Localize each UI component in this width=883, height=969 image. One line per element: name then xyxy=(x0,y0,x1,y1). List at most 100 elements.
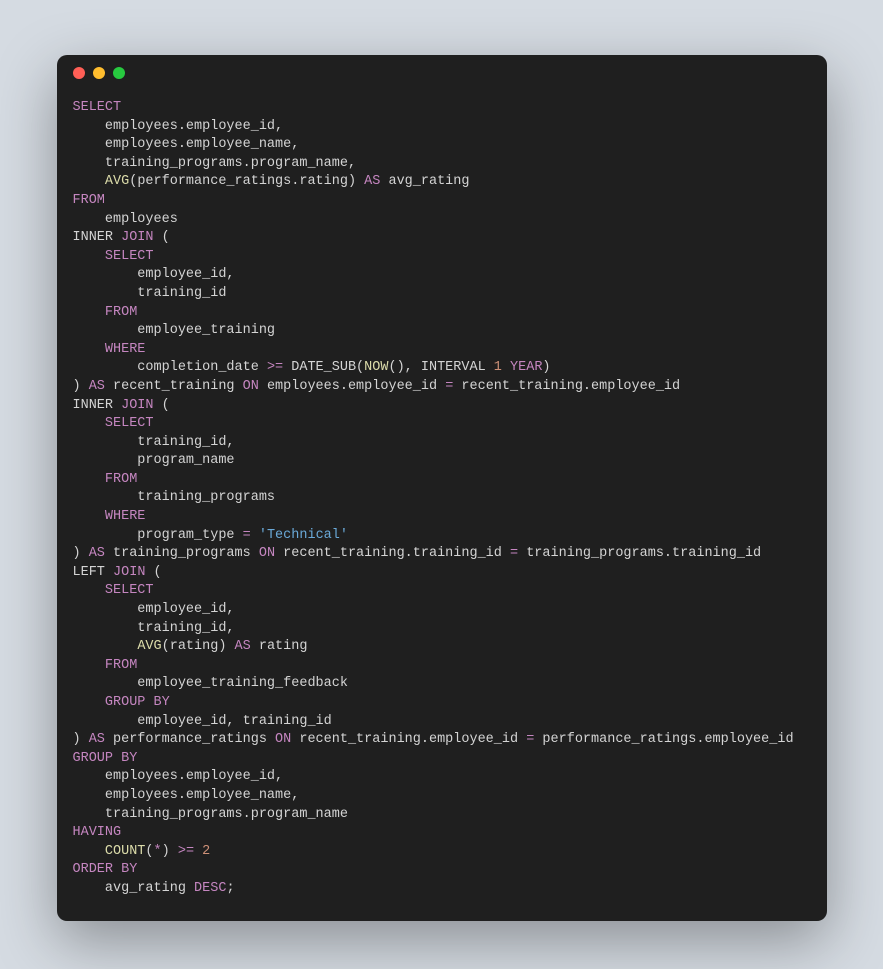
code-token: ORDER BY xyxy=(73,862,138,877)
code-token: AVG xyxy=(105,174,129,189)
code-token xyxy=(73,639,138,654)
code-token: >= xyxy=(267,360,283,375)
code-token: rating xyxy=(251,639,308,654)
code-window: SELECT employees.employee_id, employees.… xyxy=(57,55,827,921)
code-token: program_name xyxy=(73,453,235,468)
close-icon[interactable] xyxy=(73,67,85,79)
code-token: ) xyxy=(162,844,178,859)
code-token: INNER xyxy=(73,398,122,413)
window-titlebar xyxy=(57,55,827,91)
code-token: employees.employee_id, xyxy=(73,769,284,784)
code-token: AS xyxy=(89,732,105,747)
code-token: AS xyxy=(364,174,380,189)
code-token: avg_rating xyxy=(73,881,195,896)
code-token: training_programs.training_id xyxy=(518,546,761,561)
code-token: FROM xyxy=(105,472,137,487)
code-token: >= xyxy=(178,844,194,859)
code-token: employees.employee_id xyxy=(259,379,445,394)
code-token: performance_ratings xyxy=(105,732,275,747)
code-token: (), xyxy=(388,360,420,375)
code-token: ) xyxy=(73,732,89,747)
code-token: WHERE xyxy=(105,509,146,524)
code-token: DATE_SUB( xyxy=(283,360,364,375)
code-token: training_programs.program_name xyxy=(73,807,348,822)
code-token: training_id, xyxy=(73,435,235,450)
code-token: employee_training_feedback xyxy=(73,676,348,691)
code-token: training_id, xyxy=(73,621,235,636)
code-token: GROUP BY xyxy=(73,751,138,766)
code-token: employees xyxy=(73,212,178,227)
code-token xyxy=(73,472,105,487)
code-token: employees.employee_name, xyxy=(73,788,300,803)
code-token: recent_training.training_id xyxy=(275,546,510,561)
code-token xyxy=(73,658,105,673)
code-token: training_programs.program_name, xyxy=(73,156,357,171)
code-token: ( xyxy=(145,565,161,580)
code-token: JOIN xyxy=(121,398,153,413)
code-token: employees.employee_id, xyxy=(73,119,284,134)
code-token: AS xyxy=(89,379,105,394)
code-token: ) xyxy=(73,379,89,394)
code-token xyxy=(502,360,510,375)
code-token xyxy=(194,844,202,859)
code-token xyxy=(73,695,105,710)
code-token: recent_training.employee_id xyxy=(291,732,526,747)
code-token xyxy=(73,305,105,320)
code-token: ( xyxy=(154,398,170,413)
code-token: ; xyxy=(226,881,234,896)
code-token: training_programs xyxy=(105,546,259,561)
code-token: training_programs xyxy=(73,490,276,505)
code-token: 1 xyxy=(494,360,502,375)
code-token: program_type xyxy=(73,528,243,543)
code-token: ( xyxy=(154,230,170,245)
minimize-icon[interactable] xyxy=(93,67,105,79)
code-token: SELECT xyxy=(105,416,154,431)
code-token: YEAR xyxy=(510,360,542,375)
code-token: AVG xyxy=(137,639,161,654)
code-token: SELECT xyxy=(105,583,154,598)
code-block: SELECT employees.employee_id, employees.… xyxy=(57,91,827,921)
code-token: employee_id, training_id xyxy=(73,714,332,729)
code-token: employee_id, xyxy=(73,602,235,617)
code-token: employees.employee_name, xyxy=(73,137,300,152)
code-token: 2 xyxy=(202,844,210,859)
code-token: COUNT xyxy=(105,844,146,859)
code-token xyxy=(73,583,105,598)
code-token xyxy=(251,528,259,543)
code-token xyxy=(73,249,105,264)
code-token: INTERVAL xyxy=(421,360,486,375)
code-token: * xyxy=(154,844,162,859)
code-token xyxy=(73,342,105,357)
code-token: ON xyxy=(259,546,275,561)
code-token: ) xyxy=(542,360,550,375)
code-token: INNER xyxy=(73,230,122,245)
code-token: avg_rating xyxy=(380,174,469,189)
code-token: employee_id, xyxy=(73,267,235,282)
code-token: AS xyxy=(89,546,105,561)
code-token: training_id xyxy=(73,286,227,301)
code-token xyxy=(73,509,105,524)
code-token: employee_training xyxy=(73,323,276,338)
code-token: 'Technical' xyxy=(259,528,348,543)
code-token: WHERE xyxy=(105,342,146,357)
code-token: DESC xyxy=(194,881,226,896)
code-token: GROUP BY xyxy=(105,695,170,710)
maximize-icon[interactable] xyxy=(113,67,125,79)
code-token: FROM xyxy=(105,658,137,673)
code-token xyxy=(73,174,105,189)
code-token: ( xyxy=(145,844,153,859)
code-token: LEFT xyxy=(73,565,114,580)
code-token: = xyxy=(510,546,518,561)
code-token xyxy=(73,416,105,431)
code-token: performance_ratings.employee_id xyxy=(534,732,793,747)
code-token: HAVING xyxy=(73,825,122,840)
code-token: = xyxy=(243,528,251,543)
code-token: SELECT xyxy=(105,249,154,264)
code-token: completion_date xyxy=(73,360,267,375)
code-token: JOIN xyxy=(121,230,153,245)
code-token: NOW xyxy=(364,360,388,375)
code-token: recent_training.employee_id xyxy=(453,379,680,394)
code-token: recent_training xyxy=(105,379,243,394)
code-token xyxy=(73,844,105,859)
code-token: (performance_ratings.rating) xyxy=(129,174,364,189)
